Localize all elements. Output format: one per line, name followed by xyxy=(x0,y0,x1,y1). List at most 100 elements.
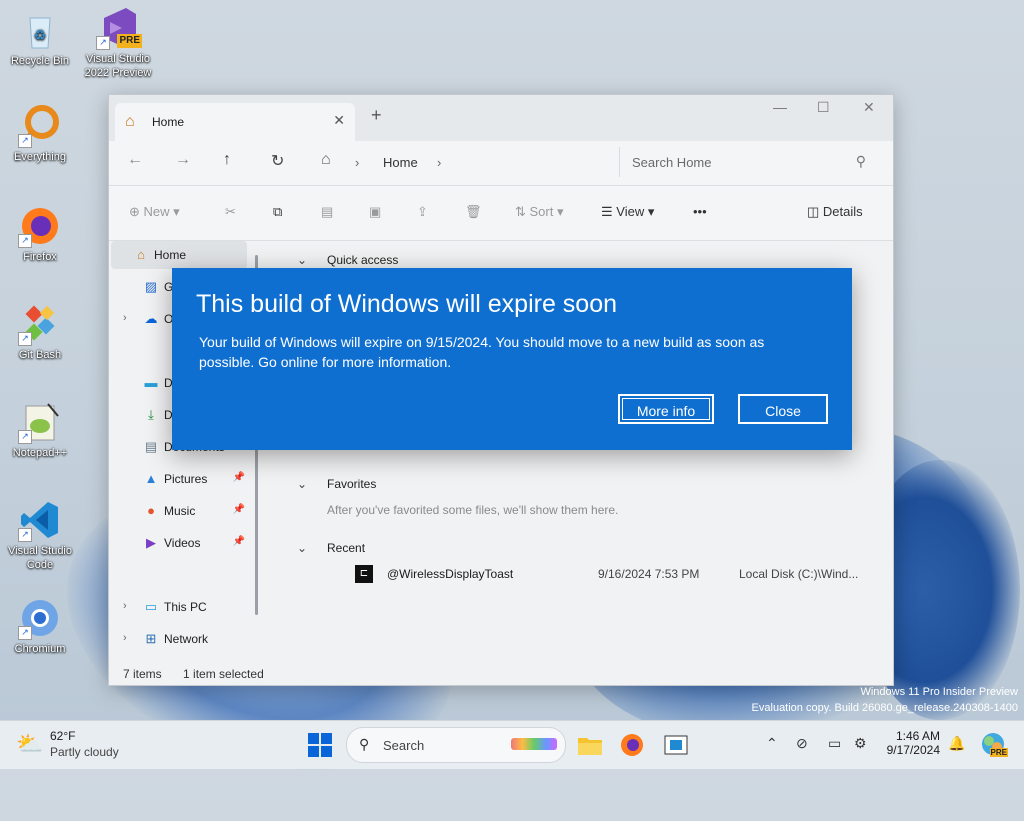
home-icon: ⌂ xyxy=(125,113,135,130)
display-icon[interactable]: ▭ xyxy=(828,735,841,752)
maximize-button[interactable]: ☐ xyxy=(817,99,830,116)
music-icon: ● xyxy=(147,503,155,518)
section-title: Favorites xyxy=(327,477,377,491)
desktop-icon-label: Chromium xyxy=(14,643,66,655)
tab-close-icon[interactable]: ✕ xyxy=(333,112,345,129)
firefox-icon: ↗ xyxy=(18,204,62,248)
tab-home[interactable]: ⌂ Home ✕ xyxy=(115,103,355,141)
sidebar-item-videos[interactable]: ▶ Videos 📌 xyxy=(121,529,247,557)
new-button[interactable]: ⊕ New ▾ xyxy=(129,204,180,220)
delete-icon[interactable]: 🗑 xyxy=(465,204,482,220)
breadcrumb-separator-icon: › xyxy=(355,155,360,170)
sidebar-item-label: Videos xyxy=(164,536,201,550)
more-options-button[interactable]: ••• xyxy=(693,204,707,219)
close-window-button[interactable]: ✕ xyxy=(863,99,875,116)
details-button[interactable]: ◫ Details xyxy=(807,204,863,220)
forward-arrow-icon[interactable]: → xyxy=(175,151,191,169)
recycle-bin-icon: ♻ xyxy=(18,8,62,52)
firefox-taskbar-icon[interactable] xyxy=(618,731,646,759)
more-info-button[interactable]: More info xyxy=(618,394,714,424)
sidebar-item-pictures[interactable]: ▲ Pictures 📌 xyxy=(121,465,247,493)
sidebar-item-label: Home xyxy=(154,248,187,262)
shortcut-arrow-icon: ↗ xyxy=(18,134,32,148)
start-button[interactable] xyxy=(308,733,332,757)
list-item[interactable]: ⊏ @WirelessDisplayToast 9/16/2024 7:53 P… xyxy=(349,563,869,585)
desktop-icon-recycle-bin[interactable]: ♻ Recycle Bin xyxy=(2,8,78,68)
everything-icon: ↗ xyxy=(18,104,62,148)
clock-time: 1:46 AM xyxy=(895,729,940,743)
show-hidden-icons-icon[interactable]: ⌃ xyxy=(766,735,778,752)
desktop-icon-visual-studio[interactable]: PRE ↗ Visual Studio 2022 Preview xyxy=(80,6,156,80)
sidebar-item-network[interactable]: › ⊞ Network xyxy=(121,625,247,653)
downloads-icon: ⤓ xyxy=(148,407,154,422)
sidebar-item-home[interactable]: ⌂ Home xyxy=(111,241,247,269)
taskbar-search[interactable]: ⚲ Search xyxy=(346,727,566,763)
back-arrow-icon[interactable]: ← xyxy=(127,151,143,169)
chevron-right-icon[interactable]: › xyxy=(123,600,127,612)
status-item-count: 7 items xyxy=(123,667,162,681)
share-icon[interactable]: ⇪ xyxy=(417,204,428,220)
file-icon: ⊏ xyxy=(355,565,373,583)
chevron-right-icon[interactable]: › xyxy=(123,312,127,324)
desktop-icon-label: Notepad++ xyxy=(12,447,68,459)
pin-icon: 📌 xyxy=(232,504,245,515)
chevron-down-icon: ⌄ xyxy=(297,477,308,491)
visual-studio-icon: PRE ↗ xyxy=(96,6,142,50)
search-highlight-icon xyxy=(511,738,557,750)
copilot-icon[interactable]: PRE xyxy=(980,731,1008,757)
documents-icon: ▤ xyxy=(144,439,158,454)
desktop-icon-label: Visual Studio Code xyxy=(7,545,72,571)
sidebar-item-this-pc[interactable]: › ▭ This PC xyxy=(121,593,247,621)
breadcrumb-home[interactable]: Home xyxy=(383,155,418,170)
desktop-folder-icon: ▬ xyxy=(144,375,158,390)
desktop-icon-label: Recycle Bin xyxy=(10,55,70,67)
desktop-icon-chromium[interactable]: ↗ Chromium xyxy=(2,596,78,656)
minimize-button[interactable]: — xyxy=(773,99,787,115)
up-arrow-icon[interactable]: ↑ xyxy=(223,151,231,169)
status-selection: 1 item selected xyxy=(183,667,264,681)
file-explorer-taskbar-icon[interactable] xyxy=(576,731,604,759)
dialog-title: This build of Windows will expire soon xyxy=(196,290,618,318)
videos-icon: ▶ xyxy=(146,535,156,550)
chromium-icon: ↗ xyxy=(18,596,62,640)
network-icon[interactable]: ⊘ xyxy=(796,735,808,752)
partly-cloudy-icon: ⛅ xyxy=(16,731,44,756)
desktop-icon-git-bash[interactable]: ↗ Git Bash xyxy=(2,302,78,362)
chevron-right-icon[interactable]: › xyxy=(123,632,127,644)
home-icon[interactable]: ⌂ xyxy=(321,151,331,169)
home-icon: ⌂ xyxy=(137,247,145,262)
watermark-line2: Evaluation copy. Build 26080.ge_release.… xyxy=(751,702,1018,714)
desktop-icon-firefox[interactable]: ↗ Firefox xyxy=(2,204,78,264)
view-button[interactable]: ☰ View ▾ xyxy=(601,204,654,220)
app-taskbar-icon[interactable] xyxy=(662,731,690,759)
breadcrumb-chevron-icon[interactable]: › xyxy=(437,155,441,170)
section-title: Recent xyxy=(327,541,366,555)
desktop-icon-vscode[interactable]: ↗ Visual Studio Code xyxy=(2,498,78,572)
chevron-down-icon: ⌄ xyxy=(297,253,308,267)
pictures-icon: ▲ xyxy=(144,471,158,486)
search-box[interactable]: Search Home ⚲ xyxy=(619,147,880,177)
weather-temperature: 62°F xyxy=(50,729,76,743)
shortcut-arrow-icon: ↗ xyxy=(96,36,110,50)
close-button[interactable]: Close xyxy=(738,394,828,424)
windows-logo-pane xyxy=(321,733,332,744)
volume-icon[interactable]: ⚙ xyxy=(854,735,867,752)
notification-bell-icon[interactable]: 🔔 xyxy=(948,735,965,752)
pre-badge: PRE xyxy=(117,34,142,48)
section-title: Quick access xyxy=(327,253,399,267)
desktop-icon-label: Git Bash xyxy=(18,349,62,361)
new-tab-button[interactable]: + xyxy=(371,105,382,126)
sidebar-item-music[interactable]: ● Music 📌 xyxy=(121,497,247,525)
cut-icon[interactable]: ✂ xyxy=(225,204,236,220)
clock[interactable]: 1:46 AM 9/17/2024 xyxy=(886,729,940,757)
notepad-plus-plus-icon: ↗ xyxy=(18,400,62,444)
copy-icon[interactable]: ⧉ xyxy=(273,204,282,220)
paste-icon[interactable]: ▤ xyxy=(321,204,333,220)
desktop-icon-notepad-plus-plus[interactable]: ↗ Notepad++ xyxy=(2,400,78,460)
sort-button[interactable]: ⇅ Sort ▾ xyxy=(515,204,564,220)
address-bar-row: ← → ↑ ↻ ⌂ › Home › Search Home ⚲ xyxy=(109,141,893,186)
desktop-icon-everything[interactable]: ↗ Everything xyxy=(2,104,78,164)
refresh-icon[interactable]: ↻ xyxy=(271,151,284,171)
rename-icon[interactable]: ▣ xyxy=(369,204,381,220)
windows-logo-pane xyxy=(321,746,332,757)
